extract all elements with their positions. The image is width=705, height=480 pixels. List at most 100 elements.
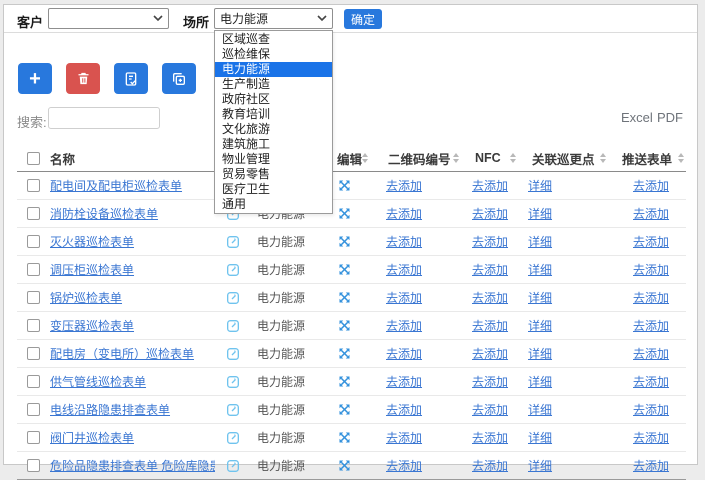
- duplicate-button[interactable]: [162, 63, 196, 94]
- expand-edit-icon[interactable]: [337, 262, 373, 277]
- dropdown-option[interactable]: 政府社区: [215, 92, 332, 107]
- nfc-add-link[interactable]: 去添加: [472, 233, 508, 250]
- note-edit-icon[interactable]: [215, 262, 251, 278]
- expand-edit-icon[interactable]: [337, 290, 373, 305]
- patrol-detail-link[interactable]: 详细: [528, 457, 552, 474]
- row-checkbox[interactable]: [27, 263, 40, 276]
- note-edit-icon[interactable]: [215, 374, 251, 390]
- form-check-button[interactable]: [114, 63, 148, 94]
- patrol-detail-link[interactable]: 详细: [528, 401, 552, 418]
- expand-edit-icon[interactable]: [337, 234, 373, 249]
- form-name-link[interactable]: 配电间及配电柜巡检表单: [50, 177, 182, 194]
- nfc-add-link[interactable]: 去添加: [472, 177, 508, 194]
- sort-icon[interactable]: [678, 153, 684, 163]
- nfc-add-link[interactable]: 去添加: [472, 345, 508, 362]
- form-name-link[interactable]: 消防栓设备巡检表单: [50, 205, 158, 222]
- place-select[interactable]: 电力能源: [214, 8, 333, 29]
- qr-add-link[interactable]: 去添加: [386, 429, 422, 446]
- push-add-link[interactable]: 去添加: [633, 429, 669, 446]
- note-edit-icon[interactable]: [215, 458, 251, 474]
- qr-add-link[interactable]: 去添加: [386, 233, 422, 250]
- nfc-add-link[interactable]: 去添加: [472, 373, 508, 390]
- row-checkbox[interactable]: [27, 347, 40, 360]
- dropdown-option[interactable]: 通用: [215, 197, 332, 212]
- expand-edit-icon[interactable]: [337, 402, 373, 417]
- row-checkbox[interactable]: [27, 403, 40, 416]
- patrol-detail-link[interactable]: 详细: [528, 373, 552, 390]
- expand-edit-icon[interactable]: [337, 374, 373, 389]
- push-add-link[interactable]: 去添加: [633, 177, 669, 194]
- form-name-link[interactable]: 灭火器巡检表单: [50, 233, 134, 250]
- row-checkbox[interactable]: [27, 319, 40, 332]
- dropdown-option[interactable]: 建筑施工: [215, 137, 332, 152]
- row-checkbox[interactable]: [27, 291, 40, 304]
- dropdown-option[interactable]: 巡检维保: [215, 47, 332, 62]
- nfc-add-link[interactable]: 去添加: [472, 429, 508, 446]
- expand-edit-icon[interactable]: [337, 346, 373, 361]
- nfc-add-link[interactable]: 去添加: [472, 317, 508, 334]
- dropdown-option[interactable]: 电力能源: [215, 62, 332, 77]
- nfc-add-link[interactable]: 去添加: [472, 261, 508, 278]
- form-name-link[interactable]: 阀门井巡检表单: [50, 429, 134, 446]
- dropdown-option[interactable]: 生产制造: [215, 77, 332, 92]
- sort-icon[interactable]: [600, 153, 606, 163]
- expand-edit-icon[interactable]: [337, 458, 373, 473]
- patrol-detail-link[interactable]: 详细: [528, 177, 552, 194]
- dropdown-option[interactable]: 贸易零售: [215, 167, 332, 182]
- qr-add-link[interactable]: 去添加: [386, 317, 422, 334]
- dropdown-option[interactable]: 区域巡查: [215, 32, 332, 47]
- select-all-checkbox[interactable]: [27, 152, 40, 165]
- expand-edit-icon[interactable]: [337, 206, 373, 221]
- note-edit-icon[interactable]: [215, 430, 251, 446]
- form-name-link[interactable]: 供气管线巡检表单: [50, 373, 146, 390]
- expand-edit-icon[interactable]: [337, 318, 373, 333]
- expand-edit-icon[interactable]: [337, 430, 373, 445]
- dropdown-option[interactable]: 文化旅游: [215, 122, 332, 137]
- qr-add-link[interactable]: 去添加: [386, 177, 422, 194]
- patrol-detail-link[interactable]: 详细: [528, 289, 552, 306]
- push-add-link[interactable]: 去添加: [633, 317, 669, 334]
- add-button[interactable]: +: [18, 63, 52, 94]
- qr-add-link[interactable]: 去添加: [386, 261, 422, 278]
- push-add-link[interactable]: 去添加: [633, 261, 669, 278]
- header-patrol[interactable]: 关联巡更点: [518, 149, 608, 168]
- confirm-button[interactable]: 确定: [344, 9, 382, 29]
- header-push[interactable]: 推送表单: [608, 149, 686, 168]
- patrol-detail-link[interactable]: 详细: [528, 261, 552, 278]
- patrol-detail-link[interactable]: 详细: [528, 205, 552, 222]
- push-add-link[interactable]: 去添加: [633, 401, 669, 418]
- row-checkbox[interactable]: [27, 235, 40, 248]
- dropdown-option[interactable]: 物业管理: [215, 152, 332, 167]
- push-add-link[interactable]: 去添加: [633, 289, 669, 306]
- sort-icon[interactable]: [362, 153, 368, 163]
- patrol-detail-link[interactable]: 详细: [528, 345, 552, 362]
- header-qr[interactable]: 二维码编号: [373, 149, 461, 168]
- form-name-link[interactable]: 锅炉巡检表单: [50, 289, 122, 306]
- nfc-add-link[interactable]: 去添加: [472, 457, 508, 474]
- delete-button[interactable]: [66, 63, 100, 94]
- push-add-link[interactable]: 去添加: [633, 233, 669, 250]
- sort-icon[interactable]: [453, 153, 459, 163]
- note-edit-icon[interactable]: [215, 402, 251, 418]
- qr-add-link[interactable]: 去添加: [386, 373, 422, 390]
- header-name[interactable]: 名称: [50, 149, 215, 168]
- note-edit-icon[interactable]: [215, 318, 251, 334]
- row-checkbox[interactable]: [27, 375, 40, 388]
- nfc-add-link[interactable]: 去添加: [472, 401, 508, 418]
- sort-icon[interactable]: [510, 153, 516, 163]
- qr-add-link[interactable]: 去添加: [386, 289, 422, 306]
- form-name-link[interactable]: 危险品隐患排查表单 危险库隐患: [50, 457, 215, 474]
- header-edit[interactable]: 编辑: [337, 149, 373, 168]
- push-add-link[interactable]: 去添加: [633, 345, 669, 362]
- row-checkbox[interactable]: [27, 431, 40, 444]
- nfc-add-link[interactable]: 去添加: [472, 289, 508, 306]
- qr-add-link[interactable]: 去添加: [386, 401, 422, 418]
- header-nfc[interactable]: NFC: [461, 151, 518, 165]
- search-input[interactable]: [48, 107, 160, 129]
- note-edit-icon[interactable]: [215, 346, 251, 362]
- note-edit-icon[interactable]: [215, 290, 251, 306]
- qr-add-link[interactable]: 去添加: [386, 205, 422, 222]
- push-add-link[interactable]: 去添加: [633, 457, 669, 474]
- export-excel-link[interactable]: Excel: [621, 110, 653, 125]
- nfc-add-link[interactable]: 去添加: [472, 205, 508, 222]
